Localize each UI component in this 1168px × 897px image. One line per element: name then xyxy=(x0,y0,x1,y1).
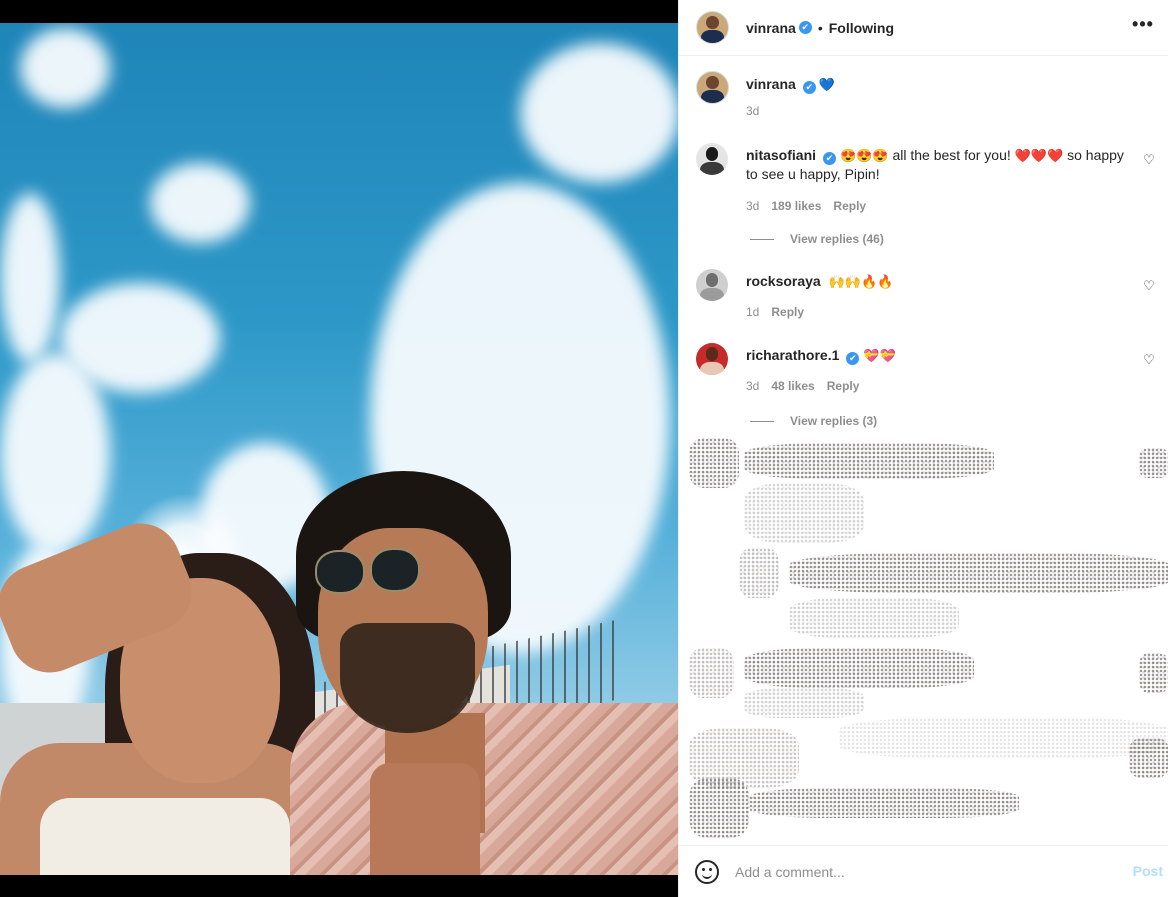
comment-likes[interactable]: 48 likes xyxy=(771,379,814,393)
verified-badge-icon: ✔ xyxy=(798,21,812,34)
author-avatar[interactable] xyxy=(696,11,729,44)
comment-item: rocksoraya 🙌🙌🔥🔥 1d Reply ♡ xyxy=(696,269,1155,319)
caption-username[interactable]: vinrana xyxy=(746,76,796,92)
author-username[interactable]: vinrana xyxy=(746,20,796,36)
comment-item: richarathore.1 ✔ 💝💝 3d 48 likes Reply ♡ xyxy=(696,343,1155,393)
add-comment-bar: Post xyxy=(679,845,1168,897)
commenter-avatar[interactable] xyxy=(696,143,728,175)
commenter-username[interactable]: rocksoraya xyxy=(746,273,821,289)
comment-likes[interactable]: 189 likes xyxy=(771,199,821,213)
emoji-picker-icon[interactable] xyxy=(695,859,719,884)
post-details-panel: vinrana ✔ • Following ••• vinrana✔💙 3d xyxy=(678,0,1168,897)
reply-button[interactable]: Reply xyxy=(771,305,804,319)
comment-item: nitasofiani ✔ 😍😍😍 all the best for you! ❤️… xyxy=(696,143,1155,213)
comment-emoji: 😍😍😍 xyxy=(840,148,889,163)
like-heart-icon[interactable]: ♡ xyxy=(1142,353,1156,367)
verified-badge-icon: ✔ xyxy=(823,152,837,165)
like-heart-icon[interactable]: ♡ xyxy=(1142,153,1156,167)
commenter-username[interactable]: richarathore.1 xyxy=(746,347,839,363)
separator-dot: • xyxy=(817,19,823,36)
commenter-avatar[interactable] xyxy=(696,269,728,301)
verified-badge-icon: ✔ xyxy=(846,352,860,365)
view-replies-label: View replies (3) xyxy=(790,414,878,428)
commenter-avatar[interactable] xyxy=(696,343,728,375)
verified-badge-icon: ✔ xyxy=(802,81,816,94)
post-photo[interactable] xyxy=(0,23,678,875)
comment-time[interactable]: 3d xyxy=(746,379,759,393)
reply-button[interactable]: Reply xyxy=(833,199,866,213)
caption: vinrana ✔ 💙 3d xyxy=(696,71,1126,118)
caption-avatar[interactable] xyxy=(696,71,729,104)
more-options-icon[interactable]: ••• xyxy=(1131,14,1155,38)
comment-input[interactable] xyxy=(735,863,1115,880)
caption-text: 💙 xyxy=(818,77,835,92)
reply-button[interactable]: Reply xyxy=(827,379,860,393)
view-replies-label: View replies (46) xyxy=(790,232,884,246)
comment-text: 🙌🙌🔥🔥 xyxy=(828,274,894,289)
post-header: vinrana ✔ • Following ••• xyxy=(679,0,1168,56)
comment-hearts: ❤️❤️❤️ xyxy=(1014,148,1064,163)
instagram-post-modal: vinrana ✔ • Following ••• vinrana✔💙 3d xyxy=(0,0,1168,897)
following-button[interactable]: Following xyxy=(829,20,894,36)
like-heart-icon[interactable]: ♡ xyxy=(1142,279,1156,293)
view-replies-button[interactable]: View replies (3) xyxy=(750,414,877,428)
comment-text: 💝💝 xyxy=(863,348,896,363)
comment-time[interactable]: 3d xyxy=(746,199,759,213)
post-comment-button[interactable]: Post xyxy=(1133,863,1163,879)
view-replies-button[interactable]: View replies (46) xyxy=(750,232,884,246)
commenter-username[interactable]: nitasofiani xyxy=(746,147,816,163)
post-media xyxy=(0,0,678,897)
comment-text: all the best for you! xyxy=(892,147,1011,163)
comment-time[interactable]: 1d xyxy=(746,305,759,319)
caption-time[interactable]: 3d xyxy=(746,104,759,118)
redacted-comments-area xyxy=(689,438,1168,848)
